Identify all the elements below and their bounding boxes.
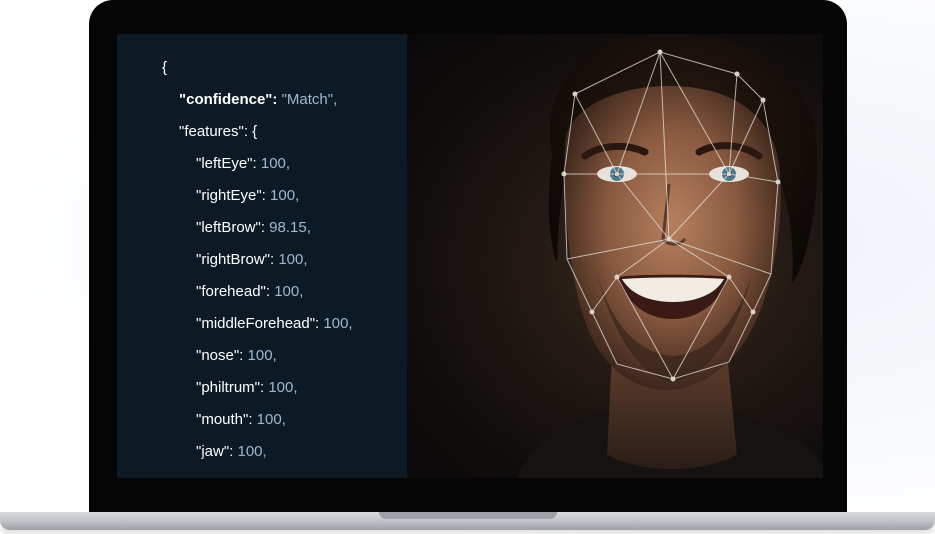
- json-key: "philtrum":: [196, 379, 265, 396]
- json-key: {: [162, 59, 168, 76]
- json-key: "confidence":: [179, 91, 278, 108]
- json-key: "rightBrow":: [196, 251, 275, 268]
- json-value: "Match",: [277, 91, 338, 108]
- json-key: "leftBrow":: [196, 219, 266, 236]
- laptop-notch: [379, 512, 557, 519]
- code-fade-overlay: [117, 454, 407, 478]
- json-value: 100,: [270, 283, 304, 300]
- json-key: "leftEye":: [196, 155, 257, 172]
- json-key: "rightEye":: [196, 187, 266, 204]
- face-scan-image: [517, 34, 823, 478]
- json-key: "features": {: [179, 123, 258, 140]
- json-value: 100,: [274, 251, 308, 268]
- json-line: "mouth": 100,: [196, 410, 286, 430]
- json-line: {: [162, 58, 167, 78]
- json-value: 100,: [243, 347, 277, 364]
- json-key: "mouth":: [196, 411, 253, 428]
- json-value: 98.15,: [265, 219, 311, 236]
- face-photo: [407, 34, 823, 478]
- json-value: 100,: [256, 155, 291, 172]
- json-line: "leftEye": 100,: [196, 154, 290, 174]
- json-key: "forehead":: [196, 283, 271, 300]
- json-line: "leftBrow": 98.15,: [196, 218, 311, 238]
- json-line: "rightBrow": 100,: [196, 250, 308, 270]
- json-value: 100,: [264, 379, 298, 396]
- json-key: "nose":: [196, 347, 244, 364]
- json-line: "rightEye": 100,: [196, 186, 299, 206]
- json-line: "features": {: [179, 122, 257, 142]
- json-result-panel: { "confidence": "Match", "features": { "lef…: [117, 34, 407, 478]
- json-value: 100,: [265, 187, 300, 204]
- json-line: "philtrum": 100,: [196, 378, 298, 398]
- json-line: "middleForehead": 100,: [196, 314, 353, 334]
- json-key: "middleForehead":: [196, 315, 320, 332]
- product-hero-illustration: { "confidence": "Match", "features": { "lef…: [0, 0, 935, 534]
- json-line: "nose": 100,: [196, 346, 277, 366]
- json-line: "confidence": "Match",: [179, 90, 337, 110]
- json-line: "forehead": 100,: [196, 282, 303, 302]
- json-value: 100,: [252, 411, 286, 428]
- laptop-screen: { "confidence": "Match", "features": { "lef…: [117, 34, 823, 478]
- json-value: 100,: [319, 315, 353, 332]
